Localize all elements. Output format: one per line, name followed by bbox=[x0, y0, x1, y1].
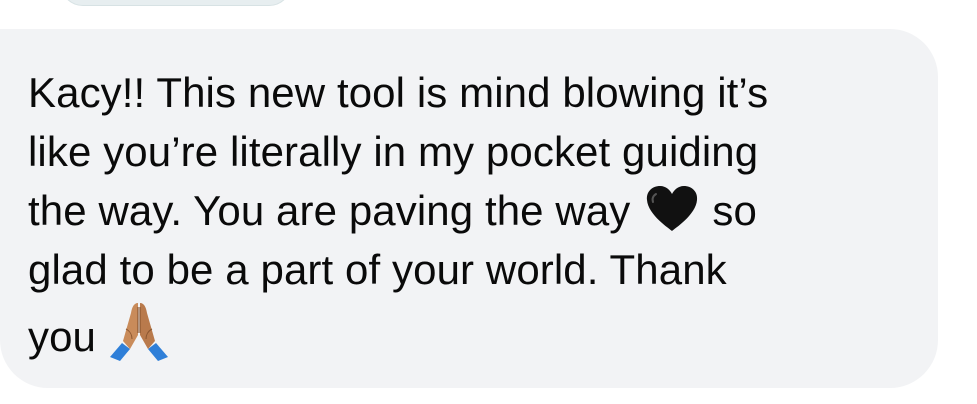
message-text: Kacy!! This new tool is mind blowing it’… bbox=[28, 63, 908, 366]
message-line-part: the way. You are paving the way bbox=[28, 187, 631, 234]
message-line: Kacy!! This new tool is mind blowing it’… bbox=[28, 69, 769, 116]
message-bubble[interactable]: Kacy!! This new tool is mind blowing it’… bbox=[0, 29, 938, 388]
message-line: like you’re literally in my pocket guidi… bbox=[28, 128, 759, 175]
message-line: glad to be a part of your world. Thank bbox=[28, 246, 727, 293]
message-line: you bbox=[28, 299, 908, 366]
previous-message-bubble[interactable] bbox=[60, 0, 292, 6]
black-heart-icon bbox=[644, 185, 700, 233]
message-line-part: you bbox=[28, 313, 97, 360]
chat-thread: Kacy!! This new tool is mind blowing it’… bbox=[0, 0, 977, 404]
folded-hands-icon bbox=[108, 299, 170, 363]
message-line: the way. You are paving the way so bbox=[28, 181, 908, 240]
message-line-part: so bbox=[712, 187, 757, 234]
